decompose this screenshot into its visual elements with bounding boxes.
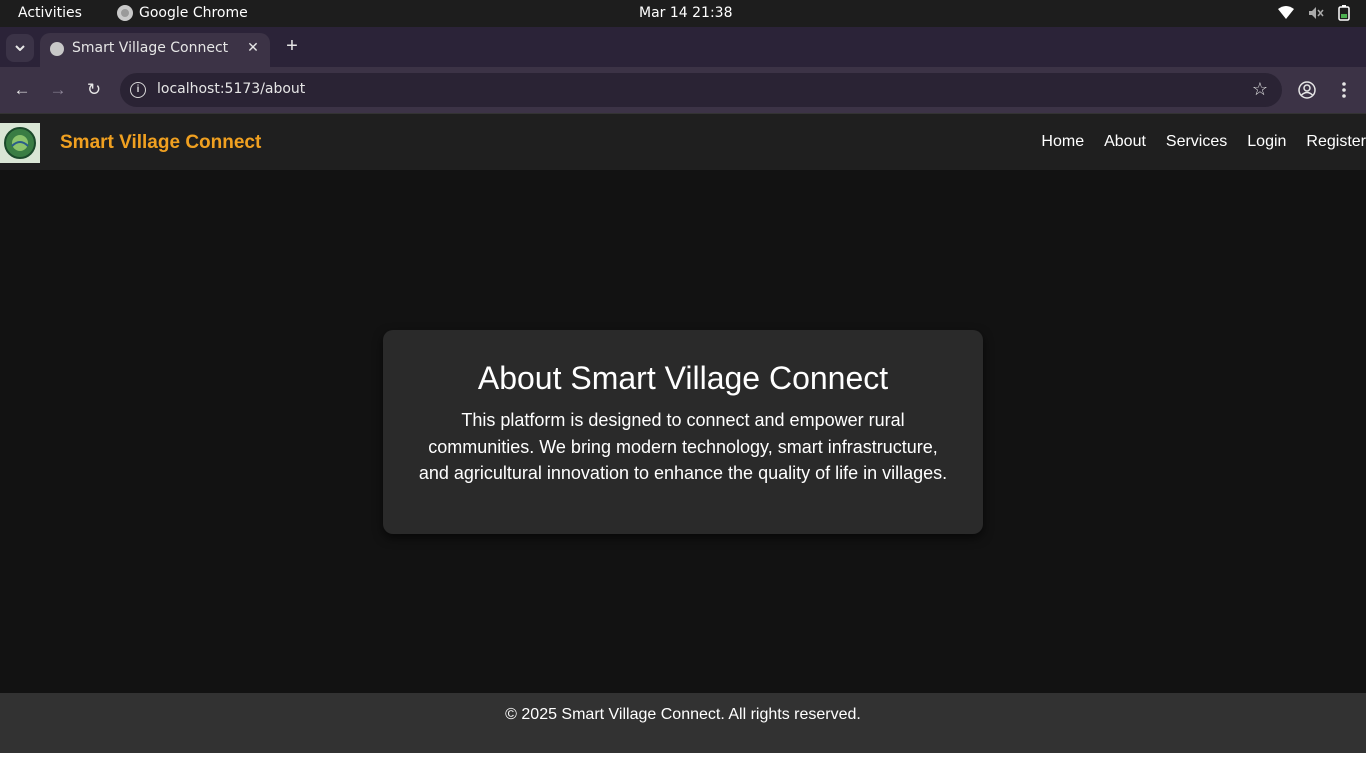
- wifi-icon: [1278, 6, 1294, 19]
- system-top-bar: Activities Google Chrome Mar 14 21:38: [0, 0, 1366, 27]
- tab-strip: Smart Village Connect ✕ +: [0, 27, 1366, 67]
- back-icon[interactable]: ←: [11, 79, 33, 101]
- chrome-icon: [117, 5, 133, 21]
- menu-dots-icon[interactable]: [1341, 81, 1347, 99]
- url-text[interactable]: localhost:5173/about: [157, 81, 305, 97]
- profile-icon[interactable]: [1298, 81, 1316, 99]
- site-navbar: Smart Village Connect Home About Service…: [0, 113, 1366, 170]
- logo-emblem-icon: [4, 127, 36, 159]
- battery-icon: [1338, 5, 1350, 21]
- site-footer: © 2025 Smart Village Connect. All rights…: [0, 693, 1366, 753]
- volume-muted-icon: [1309, 7, 1324, 19]
- about-card: About Smart Village Connect This platfor…: [383, 330, 983, 534]
- app-menu[interactable]: Google Chrome: [117, 5, 248, 21]
- forward-icon[interactable]: →: [47, 79, 69, 101]
- bookmark-star-icon[interactable]: ☆: [1252, 79, 1268, 100]
- site-info-icon[interactable]: i: [130, 82, 146, 98]
- nav-register-link[interactable]: Register: [1306, 133, 1366, 151]
- close-tab-icon[interactable]: ✕: [244, 39, 262, 57]
- nav-about-link[interactable]: About: [1104, 133, 1146, 151]
- web-page: Smart Village Connect Home About Service…: [0, 113, 1366, 753]
- address-bar[interactable]: i localhost:5173/about ☆: [120, 73, 1282, 107]
- app-name: Google Chrome: [139, 5, 248, 21]
- reload-icon[interactable]: ↻: [83, 79, 105, 101]
- nav-services-link[interactable]: Services: [1166, 133, 1227, 151]
- toolbar: ← → ↻ i localhost:5173/about ☆: [0, 67, 1366, 113]
- system-tray[interactable]: [1278, 5, 1350, 21]
- nav-home-link[interactable]: Home: [1041, 133, 1084, 151]
- about-heading: About Smart Village Connect: [477, 360, 889, 396]
- about-body: This platform is designed to connect and…: [418, 410, 948, 483]
- brand-name[interactable]: Smart Village Connect: [60, 132, 261, 154]
- tab-title: Smart Village Connect: [72, 40, 229, 56]
- clock[interactable]: Mar 14 21:38: [639, 5, 732, 21]
- activities-button[interactable]: Activities: [18, 5, 82, 21]
- footer-copyright: © 2025 Smart Village Connect. All rights…: [505, 706, 861, 723]
- chevron-down-icon: [15, 45, 25, 51]
- tab-search-button[interactable]: [6, 34, 34, 62]
- main-menu: Home About Services Login Register: [1021, 133, 1366, 151]
- globe-icon: [50, 42, 64, 56]
- new-tab-button[interactable]: +: [281, 35, 303, 57]
- active-tab[interactable]: Smart Village Connect ✕: [40, 33, 270, 67]
- village-logo-icon[interactable]: [0, 123, 40, 163]
- nav-login-link[interactable]: Login: [1247, 133, 1286, 151]
